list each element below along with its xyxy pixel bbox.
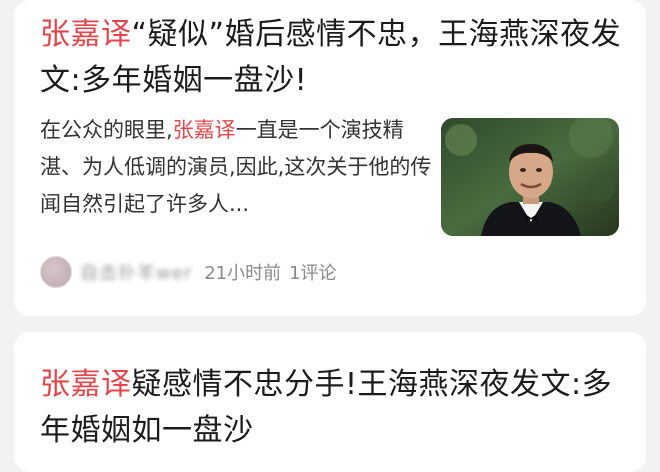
article-title[interactable]: 张嘉译疑感情不忠分手!王海燕深夜发文:多年婚姻如一盘沙 [40,362,626,454]
snippet-keyword-highlight: 张嘉译 [172,118,236,142]
news-card[interactable]: 张嘉译疑感情不忠分手!王海燕深夜发文:多年婚姻如一盘沙 [14,332,646,472]
title-keyword-highlight: 张嘉译 [40,367,132,402]
article-snippet: 在公众的眼里,张嘉译一直是一个演技精湛、为人低调的演员,因此,这次关于他的传闻自… [40,112,432,223]
title-keyword-highlight: 张嘉译 [40,17,132,52]
article-meta: 自击扑羊wer 21小时前 1评论 [40,256,337,288]
author-avatar[interactable] [40,256,72,288]
comment-count[interactable]: 1评论 [289,259,336,285]
publish-time: 21小时前 [204,263,282,284]
author-name[interactable]: 自击扑羊wer [80,259,192,285]
news-card[interactable]: 张嘉译“疑似”婚后感情不忠，王海燕深夜发文:多年婚姻一盘沙! 在公众的眼里,张嘉… [14,0,646,316]
article-thumbnail[interactable] [441,118,619,236]
man-in-tuxedo-photo-icon [441,118,619,236]
snippet-text-before: 在公众的眼里, [40,118,173,142]
article-title[interactable]: 张嘉译“疑似”婚后感情不忠，王海燕深夜发文:多年婚姻一盘沙! [40,12,626,104]
